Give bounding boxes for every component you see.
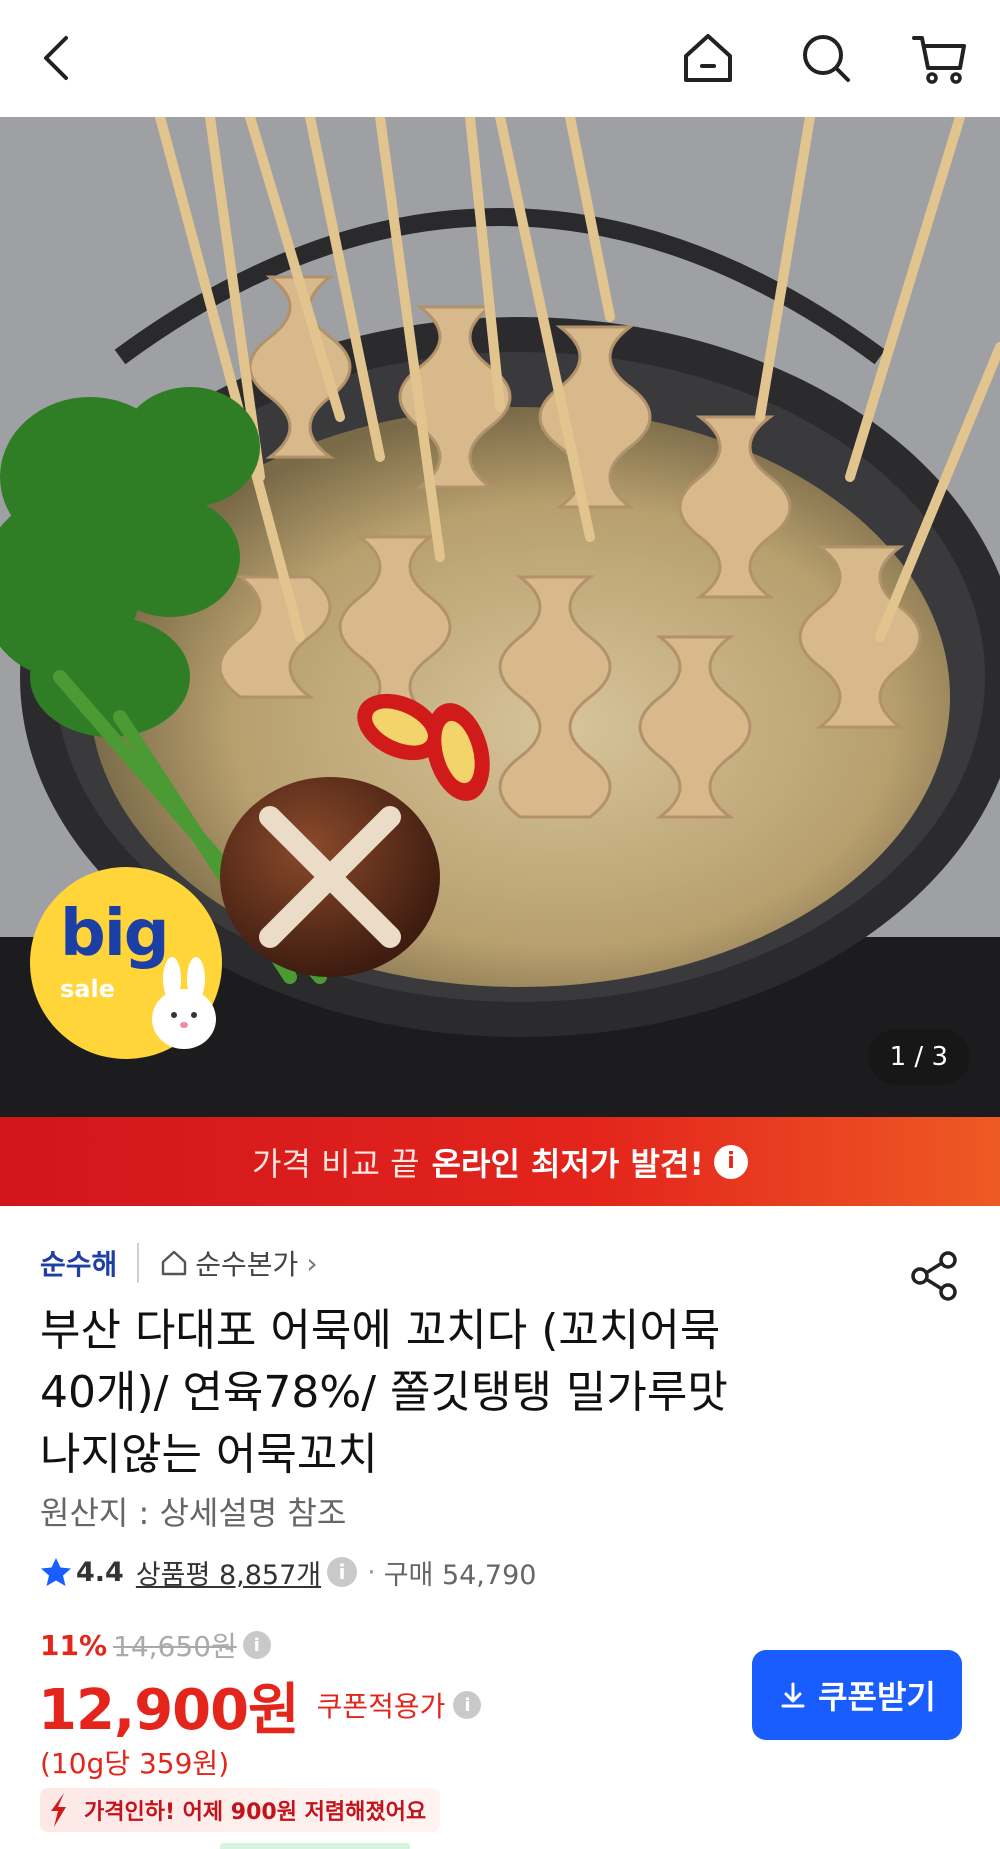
product-image-carousel[interactable]: big sale 1 / 3 <box>0 117 1000 1117</box>
seller-name-link[interactable]: 순수해 <box>40 1243 117 1283</box>
coupon-button-label: 쿠폰받기 <box>818 1678 936 1716</box>
price-drop-badge: 가격인하! 어제 900원 저렴해졌어요 <box>40 1788 441 1832</box>
info-icon[interactable]: i <box>327 1557 358 1587</box>
top-navigation-bar <box>0 0 1000 117</box>
image-page-indicator: 1 / 3 <box>867 1029 970 1085</box>
seller-row: 순수해 순수본가 › <box>40 1240 318 1286</box>
info-icon[interactable]: i <box>242 1631 271 1659</box>
cart-icon[interactable] <box>904 22 976 94</box>
brand-shop-link[interactable]: 순수본가 › <box>159 1243 318 1283</box>
unit-price: (10g당 359원) <box>40 1747 230 1780</box>
rating-row: 4.4 상품평 8,857개 i · 구매 54,790 <box>40 1550 536 1594</box>
discount-row: 11% 14,650원 i <box>40 1625 271 1665</box>
download-icon <box>781 1682 805 1708</box>
badge-sale-text: sale <box>60 975 115 1003</box>
origin-info: 원산지 : 상세설명 참조 <box>40 1494 347 1532</box>
coupon-price-label: 쿠폰적용가 <box>316 1690 446 1723</box>
star-icon <box>41 1558 71 1586</box>
original-price: 14,650원 <box>113 1630 237 1663</box>
seller-divider <box>137 1243 140 1283</box>
share-icon[interactable] <box>904 1246 964 1306</box>
sale-price: 12,900원 <box>38 1677 300 1743</box>
product-title-line: 나지않는 어묵꼬치 <box>40 1429 378 1480</box>
chevron-right-icon: › <box>306 1246 318 1280</box>
bunny-icon <box>152 957 216 1049</box>
info-icon[interactable]: i <box>713 1144 748 1179</box>
bottom-section-peek <box>220 1843 410 1849</box>
separator-dot: · <box>367 1556 376 1588</box>
reviews-link[interactable]: 상품평 8,857개 <box>136 1553 321 1592</box>
price-drop-text: 가격인하! 어제 900원 저렴해졌어요 <box>84 1800 427 1825</box>
big-sale-badge: big sale <box>30 867 222 1059</box>
product-title-line: 부산 다대포 어묵에 꼬치다 (꼬치어묵 <box>40 1305 721 1356</box>
lowest-price-banner[interactable]: 가격 비교 끝 온라인 최저가 발견! i <box>0 1117 1000 1206</box>
search-icon[interactable] <box>790 22 862 94</box>
back-icon[interactable] <box>22 22 94 94</box>
shop-home-icon <box>162 1250 187 1276</box>
info-icon[interactable]: i <box>453 1691 482 1719</box>
discount-percent: 11% <box>40 1628 108 1662</box>
banner-text-normal: 가격 비교 끝 <box>252 1144 420 1183</box>
product-title: 부산 다대포 어묵에 꼬치다 (꼬치어묵 40개)/ 연육78%/ 쫄깃탱탱 밀… <box>40 1300 890 1486</box>
price-row: 12,900원 쿠폰적용가 i <box>38 1670 482 1743</box>
rating-score: 4.4 <box>76 1556 124 1588</box>
product-title-line: 40개)/ 연육78%/ 쫄깃탱탱 밀가루맛 <box>40 1367 728 1418</box>
brand-name: 순수본가 <box>195 1248 299 1281</box>
get-coupon-button[interactable]: 쿠폰받기 <box>752 1650 962 1740</box>
price-down-arrow-icon <box>51 1793 66 1827</box>
banner-text-strong: 온라인 최저가 발견! <box>431 1144 704 1183</box>
home-icon[interactable] <box>672 22 744 94</box>
purchase-count: 구매 54,790 <box>383 1559 537 1591</box>
